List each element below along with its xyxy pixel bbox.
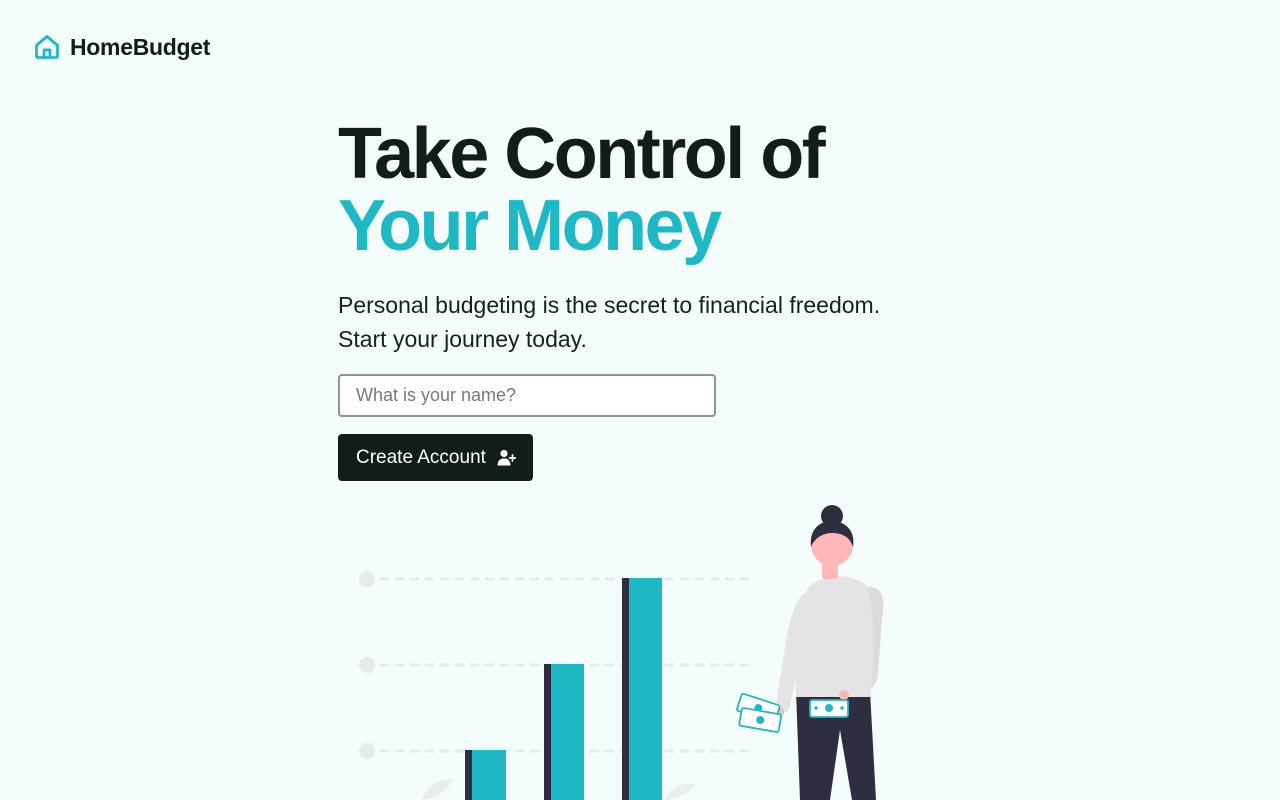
bar-2 [551,664,584,800]
subtitle-line-1: Personal budgeting is the secret to fina… [338,292,881,318]
hero-headline: Take Control of Your Money [338,118,958,262]
brand-home-link[interactable]: HomeBudget [33,33,210,61]
name-input[interactable] [338,374,716,417]
bar-3 [629,578,662,800]
bar-shadow-2 [544,664,551,800]
create-account-button[interactable]: Create Account [338,434,533,481]
brand-name: HomeBudget [70,33,211,60]
hero-section: Take Control of Your Money Personal budg… [338,118,958,481]
bar-shadow-3 [622,578,629,800]
headline-line-1: Take Control of [338,114,826,194]
subtitle-line-2: Start your journey today. [338,326,587,352]
house-icon [35,35,59,59]
hero-illustration [359,505,884,800]
bar-1 [472,750,506,800]
create-account-form: Create Account [338,374,958,481]
headline-line-2-accent: Your Money [338,186,722,266]
hero-subtitle: Personal budgeting is the secret to fina… [338,288,958,356]
growth-bars [465,578,662,800]
bar-shadow-1 [465,750,472,800]
user-plus-icon [497,449,516,465]
create-account-label: Create Account [356,446,486,468]
woman-figure [772,505,884,800]
